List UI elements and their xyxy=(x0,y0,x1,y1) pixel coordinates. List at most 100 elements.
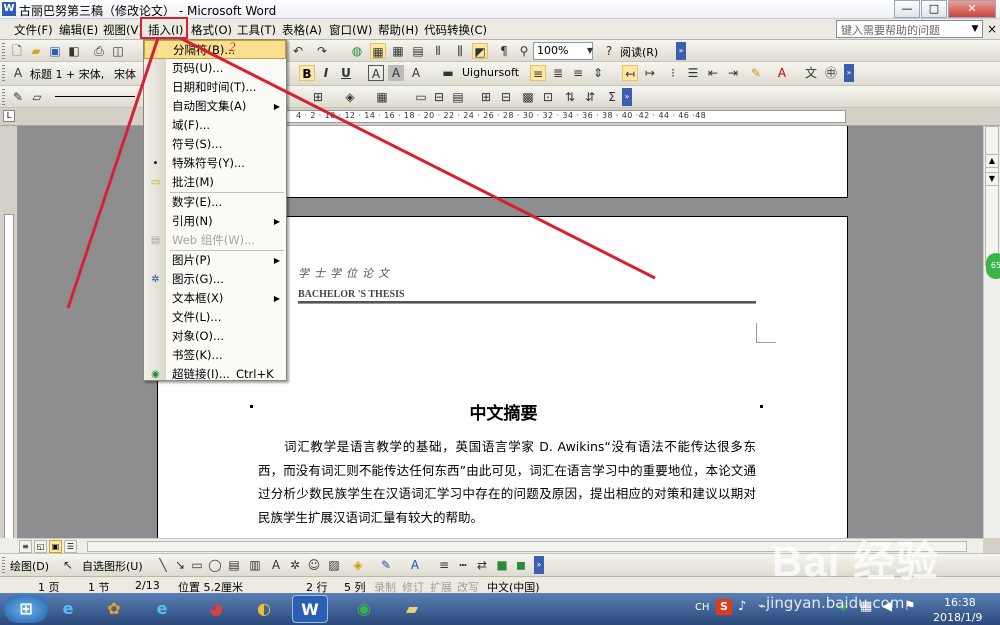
menu-item-special-symbol[interactable]: • 特殊符号(Y)... xyxy=(144,154,286,173)
ime-indicator[interactable]: CH xyxy=(695,602,710,613)
text-direction-icon[interactable]: ⊡ xyxy=(540,89,556,105)
red-app-icon[interactable]: ◕ xyxy=(198,595,234,623)
print-icon[interactable]: ⎙ xyxy=(91,43,107,59)
menu-item-comment[interactable]: ▭ 批注(M) xyxy=(144,173,286,192)
eraser-icon[interactable]: ▱ xyxy=(29,89,45,105)
minimize-button[interactable]: — xyxy=(894,0,920,18)
autoformat-icon[interactable]: ▩ xyxy=(520,89,536,105)
align-center-icon[interactable]: ≣ xyxy=(550,65,566,81)
menu-table[interactable]: 表格(A) xyxy=(282,22,322,38)
sort-descending-icon[interactable]: ⇵ xyxy=(582,89,598,105)
line-style-select[interactable] xyxy=(52,88,140,106)
menu-item-hyperlink[interactable]: ◉ 超链接(I)... Ctrl+K xyxy=(144,365,286,384)
shadow-style-icon[interactable]: ■ xyxy=(494,557,510,573)
highlight-color-icon[interactable]: ✎ xyxy=(748,65,764,81)
font-select[interactable]: 宋体 xyxy=(114,66,136,82)
bold-button[interactable]: B xyxy=(299,65,315,81)
numbering-icon[interactable]: ⁝ xyxy=(665,65,681,81)
character-shading-icon[interactable]: A xyxy=(388,65,404,81)
scroll-up-button[interactable]: ▲ xyxy=(985,154,999,168)
vertical-textbox-icon[interactable]: ▥ xyxy=(247,557,263,573)
document-map-icon[interactable]: ◩ xyxy=(472,43,488,59)
help-icon[interactable]: ? xyxy=(601,43,617,59)
align-justify-icon[interactable]: ≡ xyxy=(530,65,546,81)
menu-item-file[interactable]: 文件(L)... xyxy=(144,308,286,327)
menu-help[interactable]: 帮助(H) xyxy=(378,22,419,38)
toolbar-options-icon[interactable]: » xyxy=(676,42,686,60)
autoshapes-menu-button[interactable]: 自选图形(U) xyxy=(82,558,143,574)
menu-item-page-numbers[interactable]: 页码(U)... xyxy=(144,59,286,78)
style-select[interactable]: 标题 1 + 宋体, xyxy=(30,66,104,82)
word-taskbar-icon[interactable]: W xyxy=(292,595,328,623)
columns-icon[interactable]: ⫴ xyxy=(430,43,446,59)
clock-time[interactable]: 16:38 xyxy=(944,596,976,609)
ie-browser-icon[interactable]: e xyxy=(144,595,180,623)
highlight-bar-icon[interactable]: ▬ xyxy=(440,65,456,81)
enclose-character-icon[interactable]: ㊥ xyxy=(823,65,839,81)
menu-edit[interactable]: 编辑(E) xyxy=(59,22,98,38)
chevron-down-icon[interactable]: ▼ xyxy=(582,43,598,59)
toolbar-options-icon[interactable]: » xyxy=(534,556,544,574)
scrollbar-thumb[interactable] xyxy=(985,126,999,266)
menu-view[interactable]: 视图(V) xyxy=(103,22,143,38)
rectangle-tool-icon[interactable]: ▭ xyxy=(189,557,205,573)
italic-button[interactable]: I xyxy=(318,65,334,81)
browser-360-icon[interactable]: ◉ xyxy=(346,595,382,623)
tray-app-icon[interactable]: ⌁ xyxy=(758,599,766,614)
font-color-icon[interactable]: A xyxy=(407,557,423,573)
increase-indent-icon[interactable]: ⇥ xyxy=(725,65,741,81)
drawing-icon[interactable]: ⫼ xyxy=(452,43,468,59)
open-folder-icon[interactable]: ▰ xyxy=(28,43,44,59)
arrow-tool-icon[interactable]: ↘ xyxy=(172,557,188,573)
menu-tools[interactable]: 工具(T) xyxy=(237,22,276,38)
insert-table-icon[interactable]: ▦ xyxy=(374,89,390,105)
print-layout-button[interactable]: ▣ xyxy=(49,540,62,553)
menu-item-textbox[interactable]: 文本框(X) ▶ xyxy=(144,289,286,308)
redo-icon[interactable]: ↷ xyxy=(314,43,330,59)
format-painter-icon[interactable]: ⚲ xyxy=(516,43,532,59)
arrow-style-icon[interactable]: ⇄ xyxy=(474,557,490,573)
menu-item-picture[interactable]: 图片(P) ▶ xyxy=(144,251,286,270)
menu-item-date-time[interactable]: 日期和时间(T)... xyxy=(144,78,286,97)
menu-window[interactable]: 窗口(W) xyxy=(329,22,372,38)
textbox-tool-icon[interactable]: ▤ xyxy=(226,557,242,573)
line-style-icon[interactable]: ≡ xyxy=(436,557,452,573)
character-border-icon[interactable]: A xyxy=(368,65,384,81)
media-player-icon[interactable]: ◐ xyxy=(246,595,282,623)
clipart-icon[interactable]: ☺ xyxy=(306,557,322,573)
flag-icon[interactable]: ⚑ xyxy=(904,599,916,614)
colorful-app-icon[interactable]: ✿ xyxy=(96,595,132,623)
restore-button[interactable]: □ xyxy=(921,0,947,18)
permission-icon[interactable]: ◧ xyxy=(66,43,82,59)
draw-menu-button[interactable]: 绘图(D) xyxy=(10,558,49,574)
oval-tool-icon[interactable]: ◯ xyxy=(207,557,223,573)
print-preview-icon[interactable]: ◫ xyxy=(110,43,126,59)
close-button[interactable]: ✕ xyxy=(948,0,996,18)
select-objects-icon[interactable]: ↖ xyxy=(60,557,76,573)
outline-view-button[interactable]: ☰ xyxy=(64,540,77,553)
font-color-icon[interactable]: A xyxy=(774,65,790,81)
toolbar-grip[interactable] xyxy=(2,43,5,59)
ie-browser-icon[interactable]: e xyxy=(50,595,86,623)
menu-item-bookmark[interactable]: 书签(K)... xyxy=(144,346,286,365)
toolbar-grip[interactable] xyxy=(2,65,5,81)
underline-button[interactable]: U xyxy=(338,65,354,81)
styles-icon[interactable]: A xyxy=(10,65,26,81)
floating-badge-icon[interactable]: 65 xyxy=(986,253,1000,279)
hyperlink-icon[interactable]: ◍ xyxy=(349,43,365,59)
sogou-ime-icon[interactable]: S xyxy=(716,599,732,615)
align-right-icon[interactable]: ≡ xyxy=(570,65,586,81)
menu-file[interactable]: 文件(F) xyxy=(14,22,53,38)
menu-item-symbol[interactable]: 符号(S)... xyxy=(144,135,286,154)
font-secondary-select[interactable]: Uighursoft xyxy=(462,66,519,79)
tray-app-icon[interactable]: ♪ xyxy=(738,599,746,614)
distribute-rows-icon[interactable]: ⊞ xyxy=(478,89,494,105)
diagram-icon[interactable]: ✲ xyxy=(287,557,303,573)
word-app-icon[interactable]: W xyxy=(2,2,16,16)
save-icon[interactable]: ▣ xyxy=(47,43,63,59)
close-document-button[interactable]: × xyxy=(987,22,997,36)
line-spacing-icon[interactable]: ⇕ xyxy=(590,65,606,81)
tab-selector[interactable]: L xyxy=(3,110,15,122)
autosum-icon[interactable]: Σ xyxy=(604,89,620,105)
menu-format[interactable]: 格式(O) xyxy=(191,22,232,38)
